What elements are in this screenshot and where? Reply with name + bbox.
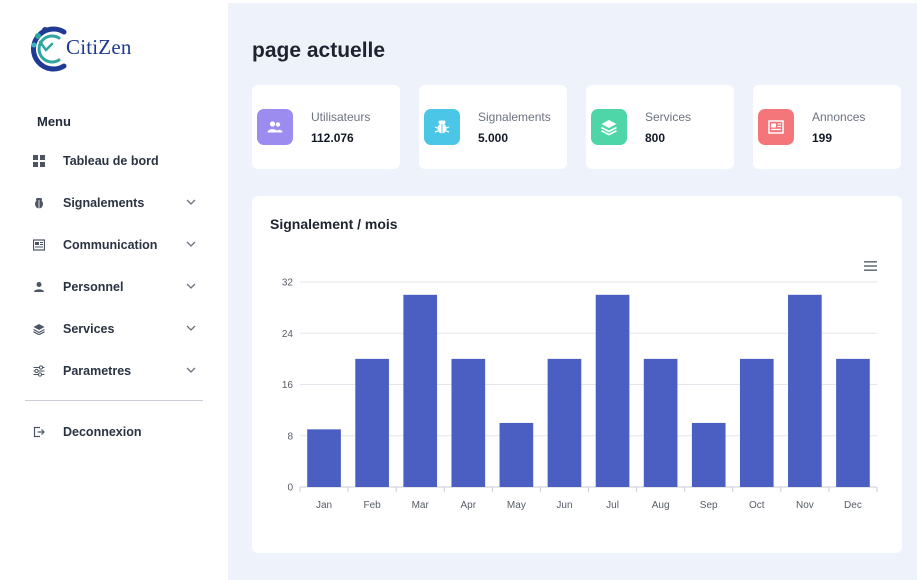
y-tick-label: 16 xyxy=(282,380,294,391)
bar-nov xyxy=(788,294,822,487)
x-tick-label: Feb xyxy=(364,500,382,511)
bug-icon xyxy=(424,109,460,145)
sliders-icon xyxy=(32,364,46,378)
y-tick-label: 24 xyxy=(282,329,294,340)
bar-apr xyxy=(451,358,486,487)
stat-value: 800 xyxy=(645,131,666,145)
bar-feb xyxy=(355,358,389,487)
sidebar-item-label: Parametres xyxy=(63,364,132,378)
bar-jul xyxy=(595,294,630,487)
stat-value: 112.076 xyxy=(311,131,354,145)
sidebar-item-label: Communication xyxy=(63,238,158,252)
layers-icon xyxy=(591,109,627,145)
x-tick-label: Nov xyxy=(796,500,814,511)
chevron-down-icon[interactable] xyxy=(186,239,196,249)
menu-title: Menu xyxy=(37,114,71,129)
sidebar-item-tableau-de-bord[interactable]: Tableau de bord xyxy=(30,148,196,174)
bar-oct xyxy=(739,358,774,487)
stat-card-signalements[interactable]: Signalements 5.000 xyxy=(419,85,567,169)
stat-card-utilisateurs[interactable]: Utilisateurs 112.076 xyxy=(252,85,400,169)
logout-label: Deconnexion xyxy=(63,425,142,439)
chevron-down-icon[interactable] xyxy=(186,365,196,375)
y-tick-label: 32 xyxy=(282,278,294,289)
logout-button[interactable]: Deconnexion xyxy=(30,419,196,445)
app-logo-text: CitiZen xyxy=(66,35,132,59)
stat-card-annonces[interactable]: Annonces 199 xyxy=(753,85,901,169)
bar-sep xyxy=(691,422,726,487)
chart-card: 0 8 16 24 32 Jan Feb Mar Apr May Jun Jul Aug Sep Oct No… xyxy=(252,196,902,553)
grid-icon xyxy=(32,154,46,168)
sidebar-item-services[interactable]: Services xyxy=(30,316,196,342)
sidebar-item-communication[interactable]: Communication xyxy=(30,232,196,258)
chevron-down-icon[interactable] xyxy=(186,197,196,207)
x-tick-label: Jan xyxy=(316,500,332,511)
sidebar: CitiZen Menu Tableau de bord Signalement… xyxy=(0,0,228,580)
sidebar-item-label: Services xyxy=(63,322,115,336)
bar-mar xyxy=(403,294,438,487)
sidebar-item-label: Personnel xyxy=(63,280,124,294)
bar-jan xyxy=(307,429,341,487)
stat-label: Annonces xyxy=(812,110,866,124)
x-tick-label: Apr xyxy=(461,500,477,511)
bar-may xyxy=(499,422,534,487)
sidebar-item-personnel[interactable]: Personnel xyxy=(30,274,196,300)
users-icon xyxy=(257,109,293,145)
sidebar-item-label: Signalements xyxy=(63,196,145,210)
chart-title: Signalement / mois xyxy=(270,216,398,232)
newspaper-icon xyxy=(32,238,46,252)
bar-jun xyxy=(547,358,582,487)
chevron-down-icon[interactable] xyxy=(186,281,196,291)
sidebar-item-parametres[interactable]: Parametres xyxy=(30,358,196,384)
x-tick-label: Aug xyxy=(652,500,670,511)
x-tick-label: Oct xyxy=(749,500,765,511)
sidebar-item-signalements[interactable]: Signalements xyxy=(30,190,196,216)
page-title: page actuelle xyxy=(252,39,386,62)
x-tick-label: Jun xyxy=(556,500,572,511)
sidebar-item-label: Tableau de bord xyxy=(63,154,159,168)
bar-chart: 0 8 16 24 32 Jan Feb Mar Apr May Jun Jul Aug Sep Oct No… xyxy=(282,278,878,511)
y-tick-label: 8 xyxy=(287,431,293,442)
stat-label: Utilisateurs xyxy=(311,110,371,124)
bar-dec xyxy=(836,358,870,487)
main-content: page actuelle Utilisateurs 112.076 Signa… xyxy=(228,3,917,580)
x-tick-label: Dec xyxy=(844,500,862,511)
layers-icon xyxy=(32,322,46,336)
stat-card-services[interactable]: Services 800 xyxy=(586,85,734,169)
stat-label: Services xyxy=(645,110,692,124)
x-tick-label: Mar xyxy=(412,500,430,511)
x-tick-label: May xyxy=(507,500,526,511)
bug-icon xyxy=(32,196,46,210)
stat-value: 199 xyxy=(812,131,833,145)
x-tick-label: Jul xyxy=(606,500,619,511)
stat-value: 5.000 xyxy=(478,131,509,145)
logout-icon xyxy=(32,425,46,439)
y-tick-label: 0 xyxy=(287,483,293,494)
newspaper-icon xyxy=(758,109,794,145)
hamburger-menu-icon[interactable] xyxy=(864,260,878,272)
user-icon xyxy=(32,280,46,294)
x-tick-label: Sep xyxy=(700,500,718,511)
bar-aug xyxy=(643,358,678,487)
stat-label: Signalements xyxy=(478,110,551,124)
app-logo[interactable]: CitiZen xyxy=(26,18,146,74)
chevron-down-icon[interactable] xyxy=(186,323,196,333)
sidebar-divider xyxy=(25,400,203,401)
